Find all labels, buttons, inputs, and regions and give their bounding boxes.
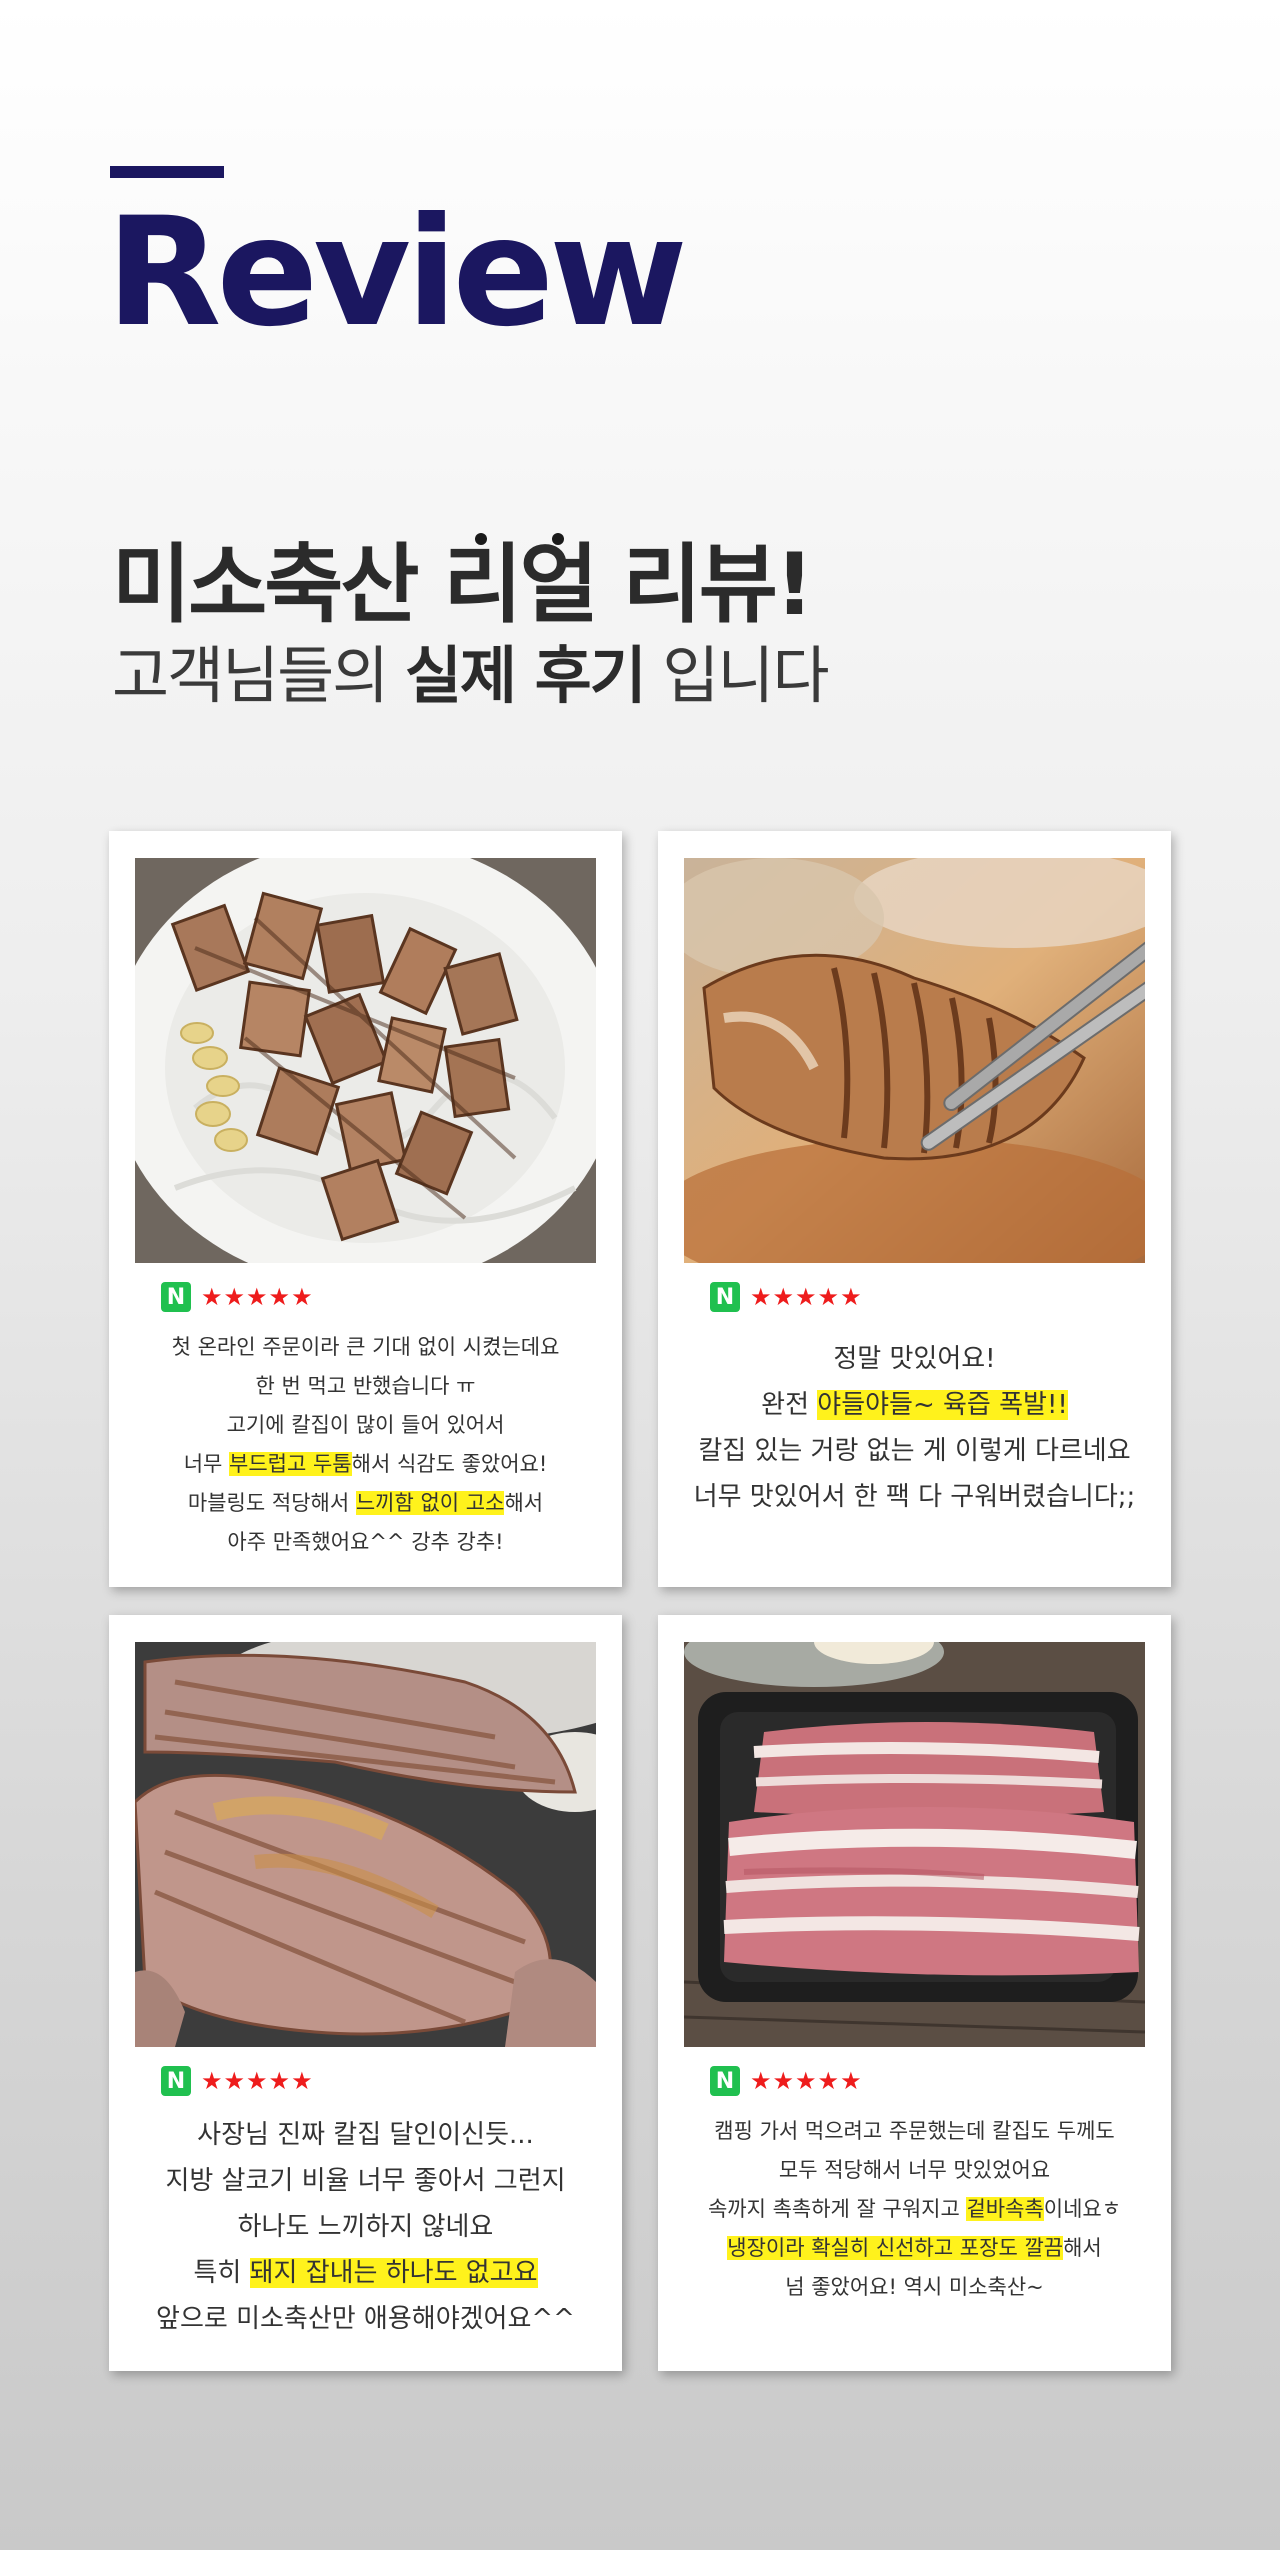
review-photo-raw-pork-tray	[684, 1642, 1145, 2047]
review-line: 모두 적당해서 너무 맛있었어요	[778, 2158, 1051, 2182]
review-photo-pork-chopsticks	[684, 858, 1145, 1263]
rating-row: N ★★★★★	[710, 1281, 863, 1313]
review-line: 냉장이라 확실히 신선하고 포장도 깔끔해서	[727, 2236, 1102, 2260]
review-line: 특히 돼지 잡내는 하나도 없고요	[193, 2258, 538, 2288]
review-line: 캠핑 가서 먹으려고 주문했는데 칼집도 두께도	[714, 2119, 1115, 2143]
highlight: 냉장이라 확실히 신선하고 포장도 깔끔	[727, 2236, 1064, 2260]
review-text: 정말 맛있어요! 완전 야들야들~ 육즙 폭발!! 칼집 있는 거랑 없는 게 …	[672, 1336, 1157, 1520]
rating-row: N ★★★★★	[161, 1281, 314, 1313]
review-card-2: N ★★★★★ 정말 맛있어요! 완전 야들야들~ 육즙 폭발!! 칼집 있는 …	[658, 831, 1171, 1587]
review-line: 지방 살코기 비율 너무 좋아서 그런지	[165, 2166, 566, 2196]
review-card-4: N ★★★★★ 캠핑 가서 먹으려고 주문했는데 칼집도 두께도 모두 적당해서…	[658, 1615, 1171, 2371]
star-rating: ★★★★★	[201, 2067, 314, 2095]
highlight: 느끼함 없이 고소	[355, 1491, 505, 1515]
headline: 미소축산 리얼 리뷰!	[112, 533, 814, 635]
subheadline: 고객님들의 실제 후기 입니다	[112, 638, 829, 714]
headline-emphasis-1: 리	[443, 533, 523, 635]
review-text: 사장님 진짜 칼집 달인이신듯... 지방 살코기 비율 너무 좋아서 그런지 …	[123, 2112, 608, 2342]
review-photo-pork-on-pan	[135, 1642, 596, 2047]
review-text: 첫 온라인 주문이라 큰 기대 없이 시켰는데요 한 번 먹고 반했습니다 ㅠ …	[123, 1328, 608, 1562]
review-title: Review	[106, 186, 688, 360]
review-line: 너무 부드럽고 두툼해서 식감도 좋았어요!	[183, 1452, 548, 1476]
review-line: 완전 야들야들~ 육즙 폭발!!	[761, 1390, 1068, 1420]
review-line: 한 번 먹고 반했습니다 ㅠ	[255, 1374, 476, 1398]
review-line: 첫 온라인 주문이라 큰 기대 없이 시켰는데요	[171, 1335, 560, 1359]
review-line: 고기에 칼집이 많이 들어 있어서	[226, 1413, 505, 1437]
review-line: 속까지 촉촉하게 잘 구워지고 겉바속촉이네요ㅎ	[707, 2197, 1122, 2221]
review-card-3: N ★★★★★ 사장님 진짜 칼집 달인이신듯... 지방 살코기 비율 너무 …	[109, 1615, 622, 2371]
subhead-post: 입니다	[644, 639, 829, 712]
review-line: 앞으로 미소축산만 애용해야겠어요^^	[156, 2304, 575, 2334]
star-rating: ★★★★★	[201, 1283, 314, 1311]
highlight: 겉바속촉	[966, 2197, 1044, 2221]
subhead-pre: 고객님들의	[112, 639, 405, 712]
naver-n-icon: N	[161, 2066, 191, 2096]
star-rating: ★★★★★	[750, 2067, 863, 2095]
header-accent-bar	[110, 166, 224, 178]
review-card-1: N ★★★★★ 첫 온라인 주문이라 큰 기대 없이 시켰는데요 한 번 먹고 …	[109, 831, 622, 1587]
headline-part2: 리뷰!	[595, 535, 814, 635]
headline-emphasis-2: 얼	[519, 533, 599, 635]
highlight: 야들야들~ 육즙 폭발!!	[817, 1390, 1068, 1420]
rating-row: N ★★★★★	[710, 2065, 863, 2097]
naver-n-icon: N	[710, 2066, 740, 2096]
review-line: 칼집 있는 거랑 없는 게 이렇게 다르네요	[698, 1436, 1131, 1466]
highlight: 부드럽고 두툼	[229, 1452, 352, 1476]
review-line: 정말 맛있어요!	[833, 1344, 996, 1374]
review-line: 넘 좋았어요! 역시 미소축산~	[785, 2275, 1044, 2299]
review-line: 아주 만족했어요^^ 강추 강추!	[227, 1530, 504, 1554]
headline-part1: 미소축산	[112, 535, 444, 635]
review-line: 너무 맛있어서 한 팩 다 구워버렸습니다;;	[693, 1482, 1136, 1512]
review-line: 사장님 진짜 칼집 달인이신듯...	[197, 2120, 534, 2150]
highlight: 돼지 잡내는 하나도 없고요	[249, 2258, 538, 2288]
naver-n-icon: N	[710, 1282, 740, 1312]
review-line: 마블링도 적당해서 느끼함 없이 고소해서	[187, 1491, 544, 1515]
rating-row: N ★★★★★	[161, 2065, 314, 2097]
subhead-bold: 실제 후기	[404, 639, 647, 712]
review-photo-grilled-pork-plate	[135, 858, 596, 1263]
naver-n-icon: N	[161, 1282, 191, 1312]
review-line: 하나도 느끼하지 않네요	[237, 2212, 494, 2242]
star-rating: ★★★★★	[750, 1283, 863, 1311]
review-text: 캠핑 가서 먹으려고 주문했는데 칼집도 두께도 모두 적당해서 너무 맛있었어…	[672, 2112, 1157, 2307]
